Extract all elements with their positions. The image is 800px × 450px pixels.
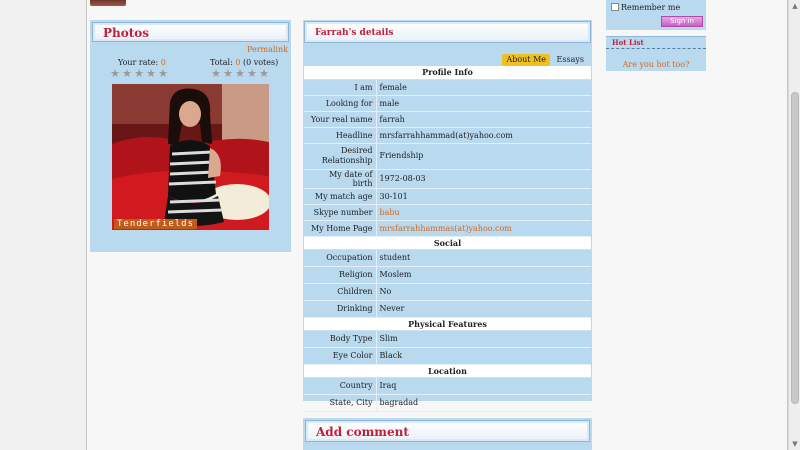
section-header-location: Location <box>304 364 591 378</box>
hot-list-panel: Hot List Are you hot too? <box>606 36 706 71</box>
total-votes-text: (0 votes) <box>242 58 279 67</box>
scroll-down-arrow-icon[interactable]: ▼ <box>790 439 800 449</box>
your-rate: Your rate: 0 <box>118 58 166 67</box>
field-value: Iraq <box>376 377 591 395</box>
photos-panel: Photos Permalink Your rate: 0 Total: 0 (… <box>90 20 291 252</box>
field-value: 1972-08-03 <box>376 169 591 189</box>
add-comment-panel: Add comment <box>303 418 592 450</box>
field-value: No <box>376 283 591 301</box>
field-label: My match age <box>304 188 377 205</box>
field-label: My Home Page <box>304 220 377 237</box>
field-label: Eye Color <box>304 347 377 365</box>
field-label: My date of birth <box>304 169 377 189</box>
tab-about-me[interactable]: About Me <box>502 54 550 69</box>
field-label: Children <box>304 283 377 301</box>
field-label: Skype number <box>304 204 377 221</box>
photo-watermark-logo: Tenderfields <box>114 219 198 229</box>
your-rating-stars[interactable]: ★ ★ ★ ★ ★ <box>109 68 169 79</box>
your-rate-value: 0 <box>160 58 166 67</box>
field-value: Slim <box>376 330 591 348</box>
homepage-link[interactable]: mrsfarrahhammas(at)yahoo.com <box>376 220 591 237</box>
field-label: Country <box>304 377 377 395</box>
section-header-physical-features: Physical Features <box>304 317 591 331</box>
skype-link[interactable]: babu <box>376 204 591 221</box>
add-comment-title: Add comment <box>305 420 590 442</box>
field-value: female <box>376 79 591 96</box>
field-value: male <box>376 95 591 112</box>
field-label: I am <box>304 79 377 96</box>
star-icon: ★ <box>223 67 233 80</box>
details-panel: Farrah's details About Me Essays Profile… <box>303 20 592 412</box>
field-value: Moslem <box>376 266 591 284</box>
field-value: student <box>376 249 591 267</box>
scroll-up-arrow-icon[interactable]: ▲ <box>790 1 800 11</box>
field-value: 30-101 <box>376 188 591 205</box>
hot-list-title: Hot List <box>606 36 706 49</box>
field-value: Black <box>376 347 591 365</box>
remember-me-checkbox[interactable] <box>611 3 619 11</box>
remember-me-label: Remember me <box>621 3 681 12</box>
star-icon[interactable]: ★ <box>145 68 157 79</box>
field-value: Friendship <box>376 143 591 170</box>
star-icon[interactable]: ★ <box>121 68 133 79</box>
field-label: Your real name <box>304 111 377 128</box>
total-rate: Total: 0 (0 votes) <box>210 58 278 67</box>
star-icon[interactable]: ★ <box>109 68 121 79</box>
field-label: Body Type <box>304 330 377 348</box>
field-label: Religion <box>304 266 377 284</box>
field-value: Never <box>376 300 591 318</box>
page-scrollbar[interactable]: ▲ ▼ <box>788 0 800 450</box>
field-label: Looking for <box>304 95 377 112</box>
profile-details-table: Profile Info I am female Looking for male … <box>304 66 591 412</box>
star-icon[interactable]: ★ <box>157 68 169 79</box>
tab-essays[interactable]: Essays <box>553 54 588 66</box>
field-label: Drinking <box>304 300 377 318</box>
profile-photo-image <box>112 84 269 230</box>
permalink-link[interactable]: Permalink <box>247 45 288 54</box>
section-header-social: Social <box>304 236 591 250</box>
details-tabs: About Me Essays <box>502 54 588 69</box>
field-label: Headline <box>304 127 377 144</box>
total-rate-label: Total: <box>210 58 233 67</box>
field-value: mrsfarrahhammad(at)yahoo.com <box>376 127 591 144</box>
star-icon: ★ <box>259 67 269 80</box>
profile-photo[interactable]: Tenderfields <box>112 84 269 230</box>
star-icon: ★ <box>211 67 221 80</box>
user-avatar-thumbnail[interactable] <box>90 0 126 6</box>
total-rating-stars: ★ ★ ★ ★ ★ <box>210 68 270 79</box>
remember-me[interactable]: Remember me <box>611 3 680 12</box>
photos-panel-title: Photos <box>92 22 289 42</box>
section-header-profile-info: Profile Info <box>304 66 591 80</box>
are-you-hot-link[interactable]: Are you hot too? <box>606 60 706 69</box>
login-box: Remember me Sign in <box>606 0 706 30</box>
field-label: State, City <box>304 394 377 412</box>
scrollbar-thumb[interactable] <box>791 92 799 404</box>
sign-in-button[interactable]: Sign in <box>661 16 703 27</box>
star-icon: ★ <box>235 67 245 80</box>
field-value: farrah <box>376 111 591 128</box>
details-panel-title: Farrah's details <box>304 21 591 43</box>
field-label: Desired Relationship <box>304 143 377 170</box>
star-icon: ★ <box>247 67 257 80</box>
your-rate-label: Your rate: <box>118 58 159 67</box>
total-rate-value: 0 <box>235 58 241 67</box>
field-label: Occupation <box>304 249 377 267</box>
field-value: bagradad <box>376 394 591 412</box>
star-icon[interactable]: ★ <box>133 68 145 79</box>
